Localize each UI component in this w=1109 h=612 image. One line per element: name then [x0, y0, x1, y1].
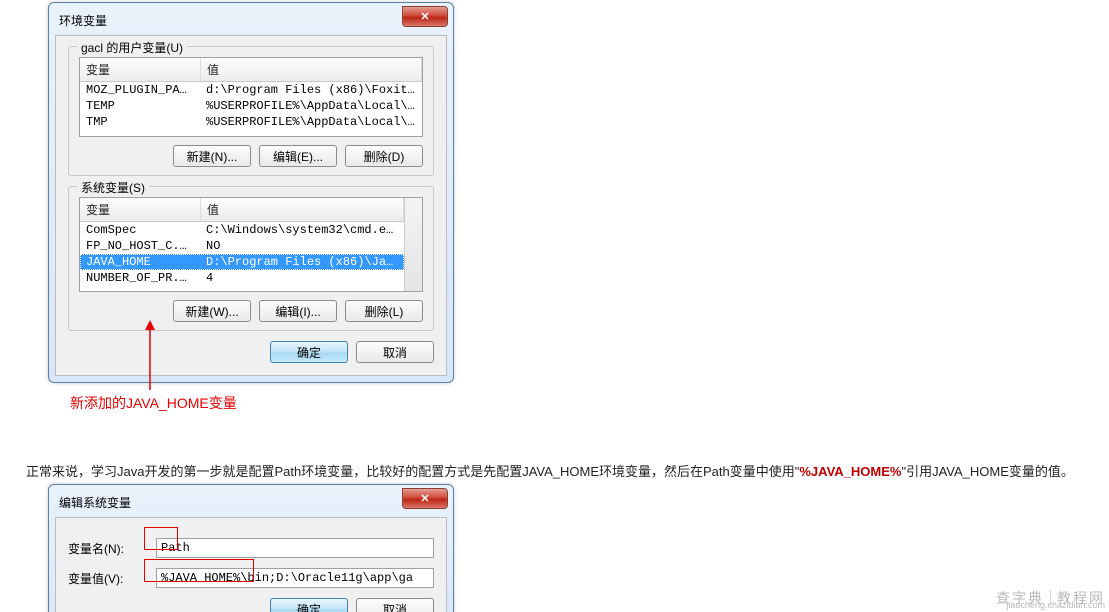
- close-button[interactable]: ✕: [402, 6, 448, 27]
- ok-button[interactable]: 确定: [270, 341, 348, 363]
- sys-vars-legend: 系统变量(S): [77, 179, 149, 196]
- list-item-selected[interactable]: JAVA_HOME D:\Program Files (x86)\Java\jd…: [80, 254, 404, 270]
- list-item[interactable]: TMP %USERPROFILE%\AppData\Local\Temp: [80, 114, 422, 130]
- edit-sysvar-title: 编辑系统变量: [59, 494, 131, 511]
- user-vars-list[interactable]: 变量 值 MOZ_PLUGIN_PATH d:\Program Files (x…: [79, 57, 423, 137]
- sys-edit-button[interactable]: 编辑(I)...: [259, 300, 337, 322]
- cancel-button[interactable]: 取消: [356, 341, 434, 363]
- user-vars-rows: MOZ_PLUGIN_PATH d:\Program Files (x86)\F…: [80, 82, 422, 130]
- close-icon: ✕: [420, 10, 429, 23]
- user-vars-group: gacl 的用户变量(U) 变量 值 MOZ_PLUGIN_PATH d:\Pr…: [68, 46, 434, 176]
- annotation-java-home: 新添加的JAVA_HOME变量: [70, 393, 237, 413]
- scrollbar[interactable]: [404, 198, 422, 291]
- cancel-button[interactable]: 取消: [356, 598, 434, 612]
- article-post: "引用JAVA_HOME变量的值。: [901, 464, 1073, 479]
- list-item[interactable]: TEMP %USERPROFILE%\AppData\Local\Temp: [80, 98, 422, 114]
- list-item[interactable]: NUMBER_OF_PR... 4: [80, 270, 404, 286]
- edit-sysvar-dialog: 编辑系统变量 ✕ 变量名(N): 变量值(V): 确定 取消: [48, 484, 454, 612]
- sys-vars-header: 变量 值: [80, 198, 404, 222]
- var-value-label: 变量值(V):: [68, 570, 156, 587]
- env-vars-titlebar: 环境变量 ✕: [55, 9, 447, 35]
- var-value-row: 变量值(V):: [68, 568, 434, 588]
- sys-vars-group: 系统变量(S) 变量 值 ComSpec C:\Windows\system32…: [68, 186, 434, 331]
- edit-sysvar-body: 变量名(N): 变量值(V): 确定 取消: [55, 517, 447, 612]
- var-name-input[interactable]: [156, 538, 434, 558]
- env-vars-title: 环境变量: [59, 12, 107, 29]
- article-highlight: %JAVA_HOME%: [799, 464, 901, 479]
- var-name-label: 变量名(N):: [68, 540, 156, 557]
- list-item[interactable]: MOZ_PLUGIN_PATH d:\Program Files (x86)\F…: [80, 82, 422, 98]
- var-value-input[interactable]: [156, 568, 434, 588]
- env-vars-footer: 确定 取消: [68, 341, 434, 363]
- sys-vars-list[interactable]: 变量 值 ComSpec C:\Windows\system32\cmd.exe…: [79, 197, 423, 292]
- env-vars-dialog: 环境变量 ✕ gacl 的用户变量(U) 变量 值 MOZ_PLUGIN_PAT…: [48, 2, 454, 383]
- var-name-row: 变量名(N):: [68, 538, 434, 558]
- user-vars-header: 变量 值: [80, 58, 422, 82]
- sys-vars-rows: ComSpec C:\Windows\system32\cmd.exe FP_N…: [80, 222, 404, 286]
- article-pre: 正常来说，学习Java开发的第一步就是配置Path环境变量，比较好的配置方式是先…: [26, 464, 799, 479]
- article-paragraph: 正常来说，学习Java开发的第一步就是配置Path环境变量，比较好的配置方式是先…: [26, 461, 1074, 480]
- user-new-button[interactable]: 新建(N)...: [173, 145, 251, 167]
- column-header-var[interactable]: 变量: [80, 58, 201, 81]
- sys-del-button[interactable]: 删除(L): [345, 300, 423, 322]
- env-vars-body: gacl 的用户变量(U) 变量 值 MOZ_PLUGIN_PATH d:\Pr…: [55, 35, 447, 376]
- watermark-c: jiaocheng.chazidian.com: [1006, 600, 1105, 610]
- close-icon: ✕: [420, 492, 429, 505]
- ok-button[interactable]: 确定: [270, 598, 348, 612]
- sys-new-button[interactable]: 新建(W)...: [173, 300, 251, 322]
- edit-sysvar-titlebar: 编辑系统变量 ✕: [55, 491, 447, 517]
- user-vars-buttons: 新建(N)... 编辑(E)... 删除(D): [79, 145, 423, 167]
- edit-sysvar-footer: 确定 取消: [68, 598, 434, 612]
- column-header-val[interactable]: 值: [201, 58, 422, 81]
- close-button[interactable]: ✕: [402, 488, 448, 509]
- user-del-button[interactable]: 删除(D): [345, 145, 423, 167]
- sys-vars-buttons: 新建(W)... 编辑(I)... 删除(L): [79, 300, 423, 322]
- watermark: 查字典 教程网 jiaocheng.chazidian.com: [996, 588, 1105, 608]
- column-header-var[interactable]: 变量: [80, 198, 201, 221]
- list-item[interactable]: FP_NO_HOST_C... NO: [80, 238, 404, 254]
- user-edit-button[interactable]: 编辑(E)...: [259, 145, 337, 167]
- column-header-val[interactable]: 值: [201, 198, 404, 221]
- list-item[interactable]: ComSpec C:\Windows\system32\cmd.exe: [80, 222, 404, 238]
- user-vars-legend: gacl 的用户变量(U): [77, 39, 187, 56]
